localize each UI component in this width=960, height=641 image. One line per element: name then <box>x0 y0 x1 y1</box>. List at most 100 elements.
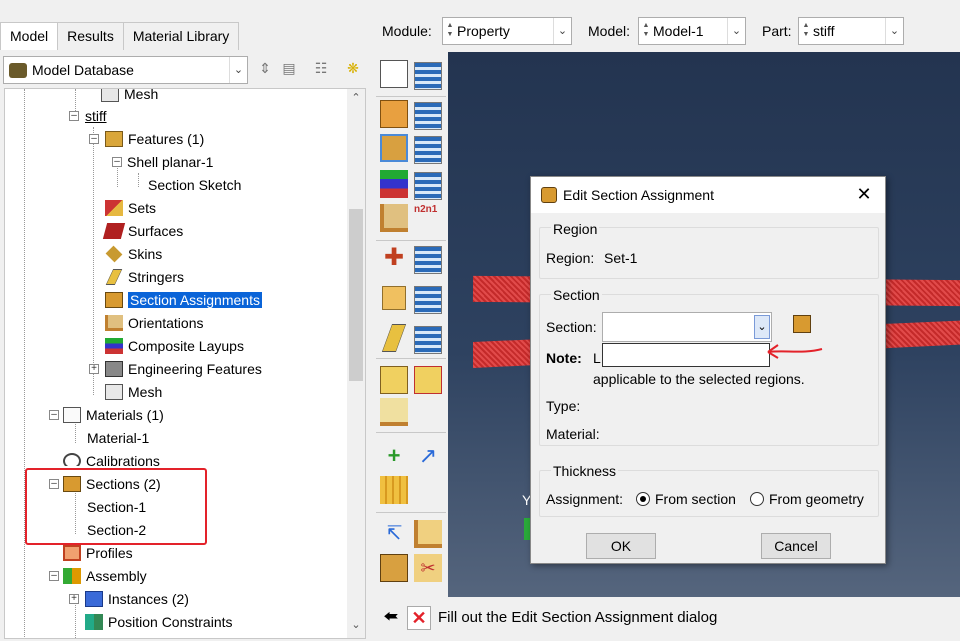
assign-orientation-icon[interactable] <box>380 204 408 232</box>
tab-material-library[interactable]: Material Library <box>122 22 240 50</box>
scrollbar-thumb[interactable] <box>349 209 363 381</box>
tree-item-mesh-prev[interactable]: Mesh <box>101 89 158 105</box>
stringer-tool-icon[interactable] <box>381 324 407 352</box>
tree-item-instances[interactable]: Instances (2) <box>85 588 189 610</box>
assign-section-tool-icon[interactable] <box>380 134 408 162</box>
part-select[interactable]: ▲ ▼ stiff ⌄ <box>798 17 904 45</box>
thickness-group-label: Thickness <box>551 463 619 479</box>
create-section-icon[interactable] <box>793 315 811 333</box>
tree-item-stiff[interactable]: stiff <box>85 105 107 127</box>
tree-item-position-constraints[interactable]: Position Constraints <box>85 611 233 633</box>
profile-manager-icon[interactable] <box>414 246 442 274</box>
model-select[interactable]: ▲ ▼ Model-1 ⌄ <box>638 17 746 45</box>
assignment-manager-icon[interactable] <box>414 136 442 164</box>
tree-up-icon[interactable]: ▤ <box>279 60 299 80</box>
assembly-icon <box>63 568 81 584</box>
note-label: Note: <box>546 350 582 366</box>
tree-item-calibrations[interactable]: Calibrations <box>63 450 160 466</box>
chevron-down-icon[interactable]: ⌄ <box>553 18 571 44</box>
material-label: Material: <box>546 426 600 442</box>
tree-item-features[interactable]: Features (1) <box>105 128 204 150</box>
model-database-combo[interactable]: Model Database ⌄ <box>3 56 248 84</box>
back-arrow-icon[interactable]: 🢘 <box>379 606 403 630</box>
spin-arrows-icon[interactable]: ▲ ▼ <box>641 21 651 41</box>
create-datum-axis-icon[interactable]: ↗ <box>414 442 442 470</box>
special-tool-icon[interactable] <box>380 366 408 394</box>
model-label: Model: <box>588 23 631 39</box>
scissors-icon[interactable]: ✂ <box>414 554 442 582</box>
tab-results[interactable]: Results <box>57 22 124 50</box>
note-text: applicable to the selected regions. <box>593 371 805 387</box>
section-assignment-icon <box>105 292 123 308</box>
create-datum-point-icon[interactable]: + <box>380 442 408 470</box>
chevron-down-icon[interactable]: ⌄ <box>885 18 903 44</box>
layup-manager-icon[interactable] <box>414 172 442 200</box>
tree-item-section-sketch[interactable]: Section Sketch <box>148 174 241 196</box>
annotation-highlight-box <box>25 468 207 545</box>
tree-scrollbar[interactable]: ⌃ ⌄ <box>347 89 365 638</box>
section-select[interactable]: ⌄ <box>602 312 772 342</box>
assign-normal-icon[interactable]: n2n1 <box>414 204 442 232</box>
mesh-icon <box>105 384 123 400</box>
sort-arrows-icon[interactable]: ⇕ <box>255 60 275 80</box>
model-tree: Mesh – stiff – Features (1) – Shell plan… <box>4 88 366 639</box>
tree-item-sets[interactable]: Sets <box>105 197 156 219</box>
tree-item-shell-planar[interactable]: Shell planar-1 <box>127 151 213 173</box>
tree-item-skins[interactable]: Skins <box>105 243 162 265</box>
lightbulb-icon[interactable]: ❋ <box>343 60 363 80</box>
scroll-down-icon[interactable]: ⌄ <box>347 618 365 636</box>
engineering-features-icon <box>105 361 123 377</box>
material-manager-icon[interactable] <box>414 62 442 90</box>
scroll-up-icon[interactable]: ⌃ <box>347 91 365 109</box>
tree-item-mesh[interactable]: Mesh <box>105 381 162 403</box>
tree-item-materials[interactable]: Materials (1) <box>63 404 164 426</box>
module-select[interactable]: ▲ ▼ Property ⌄ <box>442 17 572 45</box>
create-composite-layup-icon[interactable] <box>380 170 408 198</box>
tree-item-composite-layups[interactable]: Composite Layups <box>105 335 244 357</box>
skin-tool-icon[interactable] <box>382 286 406 310</box>
tree-filter-icon[interactable]: ☷ <box>311 60 331 80</box>
part-label: Part: <box>762 23 792 39</box>
edit-tool-icon[interactable] <box>380 398 408 426</box>
cancel-x-icon[interactable]: ✕ <box>407 606 431 630</box>
tree-item-engineering-features[interactable]: Engineering Features <box>105 358 262 380</box>
context-bar: Module: ▲ ▼ Property ⌄ Model: ▲ ▼ Model-1 … <box>370 0 960 52</box>
skin-manager-icon[interactable] <box>414 286 442 314</box>
chevron-down-icon[interactable]: ⌄ <box>754 315 770 339</box>
create-material-tool-icon[interactable] <box>380 60 408 88</box>
note-input[interactable] <box>602 343 770 367</box>
chevron-down-icon[interactable]: ⌄ <box>229 57 247 83</box>
surfaces-icon <box>102 223 126 239</box>
tree-item-assembly[interactable]: Assembly <box>63 565 147 587</box>
ok-button[interactable]: OK <box>586 533 656 559</box>
close-icon[interactable]: ✕ <box>851 181 877 207</box>
partition-face-icon[interactable]: ↸ <box>380 520 408 548</box>
radio-from-section[interactable]: From section <box>636 491 736 507</box>
tree-item-section-assignments[interactable]: Section Assignments <box>105 289 262 311</box>
tree-item-surfaces[interactable]: Surfaces <box>102 220 183 242</box>
chevron-down-icon[interactable]: ⌄ <box>727 18 745 44</box>
create-profile-icon[interactable]: ✚ <box>380 244 408 272</box>
tree-item-stringers[interactable]: Stringers <box>105 266 184 288</box>
query-tool-icon[interactable] <box>380 554 408 582</box>
section-manager-icon[interactable] <box>414 102 442 130</box>
create-section-tool-icon[interactable] <box>380 100 408 128</box>
dialog-titlebar[interactable]: Edit Section Assignment ✕ <box>531 177 885 213</box>
spin-arrows-icon[interactable]: ▲ ▼ <box>445 21 455 41</box>
tree-item-orientations[interactable]: Orientations <box>105 312 203 334</box>
annotation-arrow <box>767 344 823 359</box>
module-label: Module: <box>382 23 432 39</box>
tab-model[interactable]: Model <box>0 22 59 50</box>
stringer-manager-icon[interactable] <box>414 326 442 354</box>
tab-bar: Model Results Material Library <box>0 22 240 50</box>
partition-edge-icon[interactable] <box>414 520 442 548</box>
spin-arrows-icon[interactable]: ▲ ▼ <box>801 21 811 41</box>
tree-item-material-1[interactable]: Material-1 <box>87 427 149 449</box>
cancel-button[interactable]: Cancel <box>761 533 831 559</box>
orientations-icon <box>105 315 123 331</box>
database-icon <box>9 63 27 78</box>
inertia-tool-icon[interactable] <box>414 366 442 394</box>
tree-item-profiles[interactable]: Profiles <box>63 542 133 564</box>
radio-from-geometry[interactable]: From geometry <box>750 491 864 507</box>
create-datum-plane-icon[interactable] <box>380 476 408 504</box>
